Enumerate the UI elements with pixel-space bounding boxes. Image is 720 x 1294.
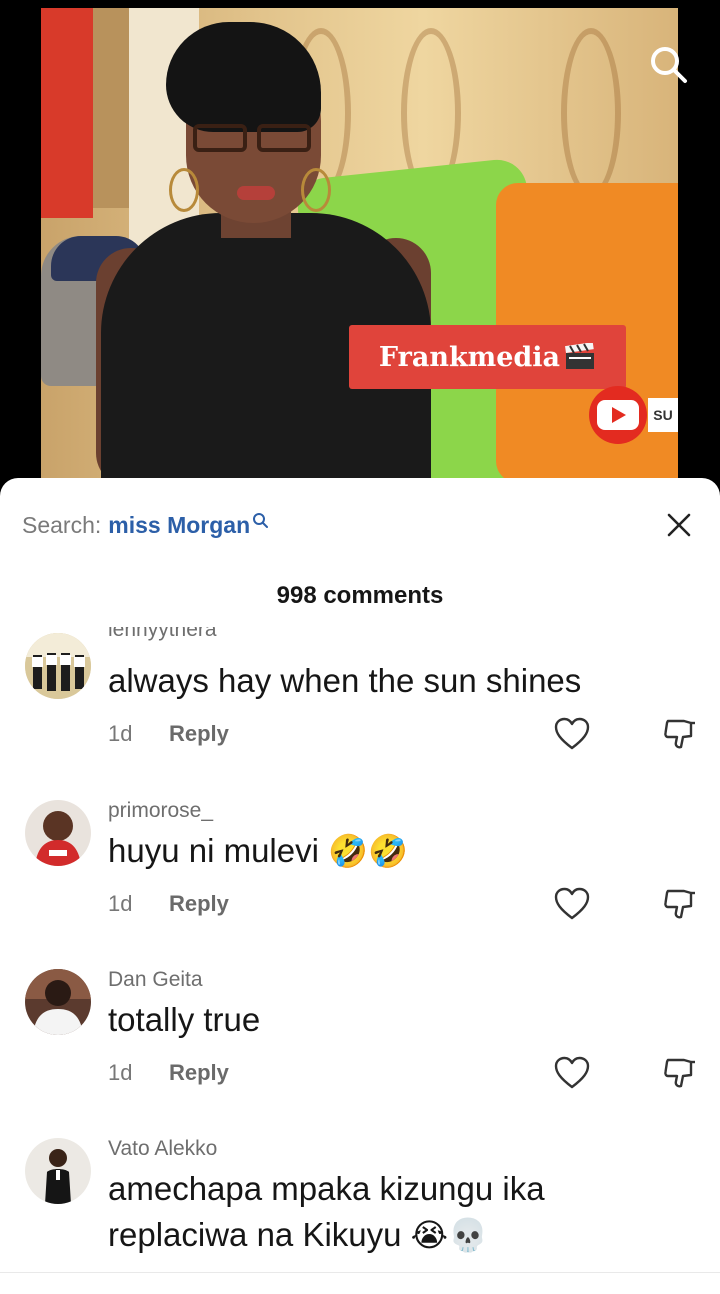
clapperboard-icon — [564, 342, 596, 371]
channel-watermark-text: Frankmedia — [378, 341, 561, 373]
search-suggestion[interactable]: Search: miss Morgan — [22, 507, 269, 542]
person-hair — [166, 22, 321, 132]
wallpaper-swirl — [561, 28, 621, 198]
dislike-button[interactable] — [662, 1056, 698, 1090]
comment-emoji: 🤣🤣 — [328, 832, 408, 870]
earring — [301, 168, 331, 212]
avatar[interactable] — [25, 1138, 91, 1204]
comment-text: huyu ni mulevi 🤣🤣 — [108, 828, 408, 874]
reply-button[interactable]: Reply — [169, 721, 229, 747]
comment-meta: 1d Reply — [108, 891, 229, 917]
dislike-button[interactable] — [662, 887, 698, 921]
comment-text-line-2: replaciwa na Kikuyu 😭💀 — [108, 1212, 488, 1258]
comment-username[interactable]: Vato Alekko — [108, 1137, 217, 1161]
comment-age: 1d — [108, 721, 133, 746]
comment-text-content: replaciwa na Kikuyu — [108, 1216, 402, 1253]
sheet-bottom-edge — [0, 1272, 720, 1294]
person-glasses — [193, 124, 313, 154]
comment-username[interactable]: primorose_ — [108, 799, 213, 823]
heart-icon — [554, 717, 590, 750]
channel-watermark: Frankmedia — [349, 325, 626, 389]
heart-icon — [554, 1056, 590, 1089]
avatar[interactable] — [25, 633, 91, 699]
comments-sheet: Search: miss Morgan 998 comments lennyyt… — [0, 478, 720, 1294]
search-term-link[interactable]: miss Morgan — [108, 512, 250, 539]
background-curtain — [41, 8, 93, 218]
person-lips — [237, 186, 275, 200]
comment-text: always hay when the sun shines — [108, 662, 582, 699]
search-icon — [252, 507, 269, 534]
comment-text: totally true — [108, 1001, 261, 1038]
comment-age: 1d — [108, 891, 133, 916]
heart-icon — [554, 887, 590, 920]
reply-button[interactable]: Reply — [169, 1060, 229, 1086]
youtube-logo-icon — [589, 386, 647, 444]
avatar[interactable] — [25, 969, 91, 1035]
comment-count: 998 comments — [276, 582, 444, 609]
background-curtain-fold — [93, 8, 129, 208]
avatar[interactable] — [25, 800, 91, 866]
comment-meta: 1d Reply — [108, 721, 229, 747]
video-search-icon[interactable] — [648, 44, 688, 84]
like-button[interactable] — [554, 717, 590, 751]
comment-username[interactable]: Dan Geita — [108, 968, 203, 992]
close-icon — [667, 513, 691, 537]
subscribe-tab: SU — [648, 398, 678, 432]
like-button[interactable] — [554, 887, 590, 921]
comment-age: 1d — [108, 1060, 133, 1085]
dislike-icon — [664, 1058, 695, 1088]
comment-meta: 1d Reply — [108, 1060, 229, 1086]
close-comments-button[interactable] — [662, 508, 696, 542]
like-button[interactable] — [554, 1056, 590, 1090]
comment-text-line-1: amechapa mpaka kizungu ika — [108, 1170, 545, 1207]
earring — [169, 168, 199, 212]
dislike-icon — [664, 889, 695, 919]
video-frame[interactable] — [41, 8, 678, 478]
dislike-icon — [664, 719, 695, 749]
comment-text-content: huyu ni mulevi — [108, 832, 319, 869]
reply-button[interactable]: Reply — [169, 891, 229, 917]
comment-username[interactable]: lennyythera — [108, 627, 217, 642]
dislike-button[interactable] — [662, 717, 698, 751]
comment-emoji: 😭💀 — [410, 1216, 488, 1254]
search-prefix: Search: — [22, 511, 102, 538]
